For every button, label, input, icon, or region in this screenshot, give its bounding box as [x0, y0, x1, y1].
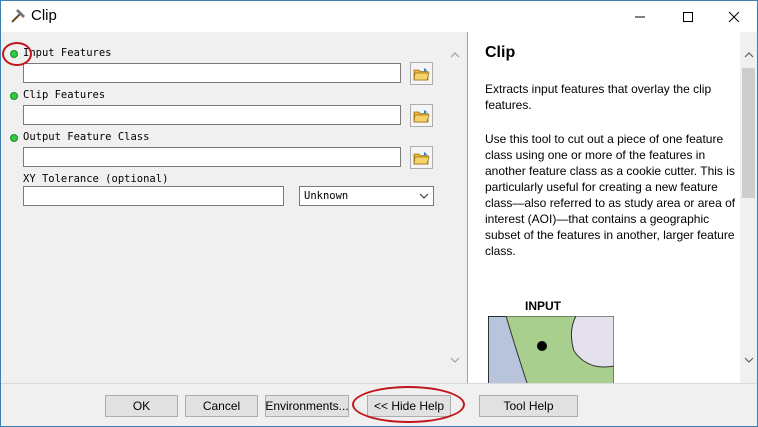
xy-tolerance-unit-select[interactable]: Unknown: [299, 186, 434, 206]
open-folder-icon: [413, 109, 430, 122]
clip-features-label: Clip Features: [23, 89, 106, 101]
xy-tolerance-unit-value: Unknown: [304, 190, 349, 202]
cancel-button[interactable]: Cancel: [185, 395, 258, 417]
chevron-down-icon: [419, 193, 429, 199]
close-button[interactable]: [711, 1, 757, 32]
tool-help-button[interactable]: Tool Help: [479, 395, 578, 417]
help-scroll-thumb[interactable]: [742, 68, 755, 198]
chevron-up-icon: [744, 52, 753, 58]
input-features-field[interactable]: [23, 63, 401, 83]
help-scrollbar[interactable]: [740, 32, 757, 383]
window-title: Clip: [31, 7, 57, 24]
clip-features-browse-button[interactable]: [410, 104, 433, 127]
open-folder-icon: [413, 67, 430, 80]
input-illustration: [488, 316, 614, 386]
chevron-down-icon: [450, 357, 459, 363]
xy-tolerance-label: XY Tolerance (optional): [23, 173, 169, 185]
required-indicator: [10, 134, 18, 142]
output-feature-class-browse-button[interactable]: [410, 146, 433, 169]
annotation-circle-hide-help: [352, 386, 465, 423]
required-indicator: [10, 92, 18, 100]
close-icon: [728, 11, 740, 22]
help-scroll-up-button[interactable]: [740, 46, 757, 63]
maximize-button[interactable]: [665, 1, 711, 32]
chevron-down-icon: [744, 357, 753, 363]
help-title: Clip: [485, 44, 516, 61]
help-scroll-down-button[interactable]: [740, 352, 757, 369]
minimize-button[interactable]: [617, 1, 663, 32]
hammer-icon: [9, 7, 27, 25]
environments-button[interactable]: Environments...: [265, 395, 349, 417]
output-feature-class-field[interactable]: [23, 147, 401, 167]
help-pane: Clip Extracts input features that overla…: [467, 32, 757, 386]
scroll-up-button[interactable]: [446, 46, 463, 63]
ok-button[interactable]: OK: [105, 395, 178, 417]
button-bar: OK Cancel Environments... << Hide Help T…: [1, 383, 757, 426]
clip-features-field[interactable]: [23, 105, 401, 125]
xy-tolerance-field[interactable]: [23, 186, 284, 206]
annotation-circle-required-indicator: [2, 42, 32, 66]
input-features-browse-button[interactable]: [410, 62, 433, 85]
open-folder-icon: [413, 151, 430, 164]
minimize-icon: [635, 16, 645, 17]
help-image-label: INPUT: [525, 299, 561, 313]
title-bar[interactable]: Clip: [1, 1, 757, 32]
scroll-down-button[interactable]: [446, 352, 463, 369]
output-feature-class-label: Output Feature Class: [23, 131, 150, 143]
help-summary: Extracts input features that overlay the…: [485, 82, 712, 112]
chevron-up-icon: [450, 52, 459, 58]
help-description: Use this tool to cut out a piece of one …: [485, 132, 736, 258]
input-features-label: Input Features: [23, 47, 112, 59]
parameters-scrollbar[interactable]: [446, 32, 463, 383]
clip-dialog: Clip Input Features Clip Features Output…: [0, 0, 758, 427]
maximize-icon: [683, 11, 693, 22]
parameters-pane: Input Features Clip Features Output Feat…: [1, 32, 463, 383]
